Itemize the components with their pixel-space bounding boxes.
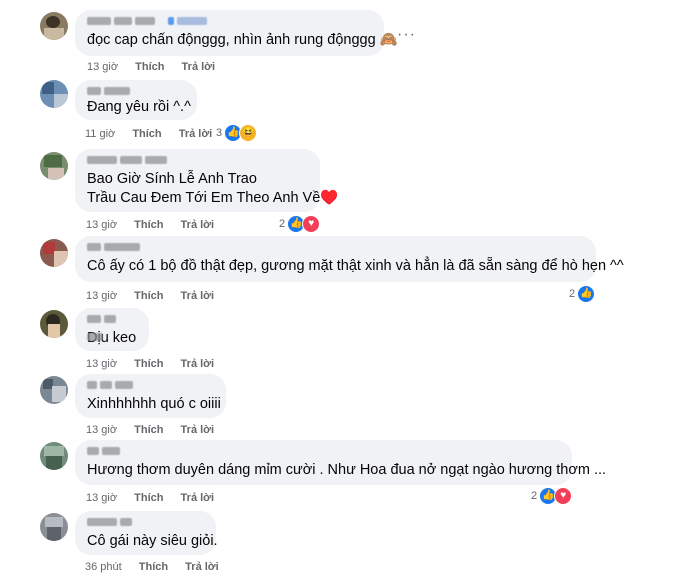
reply-link[interactable]: Trả lời <box>181 424 215 436</box>
heart-icon: ♥ <box>302 215 321 233</box>
comment-actions: 13 giờ Thích Trả lời <box>86 424 228 436</box>
commenter-name-blurred[interactable] <box>87 381 214 391</box>
comment-actions: 13 giờ Thích Trả lời <box>86 358 228 370</box>
avatar[interactable] <box>40 310 68 338</box>
comment-actions: 13 giờ Thích Trả lời <box>86 290 228 302</box>
comment-time[interactable]: 13 giờ <box>86 424 117 436</box>
reply-link[interactable]: Trả lời <box>181 492 215 504</box>
like-link[interactable]: Thích <box>134 219 163 231</box>
like-link[interactable]: Thích <box>139 561 168 573</box>
reaction-summary[interactable]: 3 👍 😆 <box>216 124 258 142</box>
reply-link[interactable]: Trả lời <box>185 561 219 573</box>
like-icon: 👍 <box>577 285 596 303</box>
commenter-name-blurred[interactable] <box>87 156 308 166</box>
avatar[interactable] <box>40 80 68 108</box>
comment-text: Cô ấy có 1 bộ đồ thật đẹp, gương mặt thậ… <box>87 258 624 274</box>
comment-text-line-2: Trầu Cau Đem Tới Em Theo Anh Về♥️ <box>87 190 339 206</box>
more-options-icon[interactable]: ··· <box>397 26 416 44</box>
comment-bubble: Bao Giờ Sính Lễ Anh Trao Trầu Cau Đem Tớ… <box>75 149 339 212</box>
comment-text: Cô gái này siêu giỏi. <box>87 533 218 549</box>
like-link[interactable]: Thích <box>134 424 163 436</box>
comment-time[interactable]: 13 giờ <box>86 219 117 231</box>
commenter-name-blurred[interactable] <box>87 87 185 95</box>
like-link[interactable]: Thích <box>134 492 163 504</box>
avatar[interactable] <box>40 152 68 180</box>
reply-link[interactable]: Trả lời <box>181 358 215 370</box>
comment-bubble: Cô gái này siêu giỏi. <box>75 511 218 555</box>
comment-actions: 36 phút Thích Trả lời <box>85 561 233 573</box>
reaction-summary[interactable]: 2 👍 ♥ <box>531 487 573 505</box>
reaction-count: 2 <box>569 288 576 300</box>
haha-icon: 😆 <box>239 124 258 142</box>
reaction-summary[interactable]: 2 👍 <box>569 285 596 303</box>
reply-link[interactable]: Trả lời <box>182 61 216 73</box>
reaction-summary[interactable]: 2 👍 ♥ <box>279 215 321 233</box>
commenter-name-blurred[interactable] <box>87 17 372 27</box>
comment-bubble: Xinhhhhhh quó c oiiii <box>75 374 226 418</box>
commenter-name-blurred[interactable] <box>87 243 584 253</box>
comment-bubble: Hương thơm duyên dáng mỉm cười . Như Hoa… <box>75 440 607 485</box>
like-link[interactable]: Thích <box>134 290 163 302</box>
comment-time[interactable]: 13 giờ <box>87 61 118 73</box>
comment-time[interactable]: 13 giờ <box>86 492 117 504</box>
comment-text: Xinhhhhhh quó c oiiii <box>87 396 221 412</box>
avatar[interactable] <box>40 513 68 541</box>
comment-time[interactable]: 13 giờ <box>86 358 117 370</box>
commenter-name-blurred[interactable] <box>87 447 560 457</box>
reaction-count: 3 <box>216 127 223 139</box>
like-link[interactable]: Thích <box>135 61 164 73</box>
comment-text: đọc cap chấn độnggg, nhìn ảnh rung độngg… <box>87 32 398 48</box>
comment-actions: 13 giờ Thích Trả lời <box>86 492 228 504</box>
comment-actions: 11 giờ Thích Trả lời <box>85 128 226 140</box>
comment-time[interactable]: 11 giờ <box>85 128 115 140</box>
avatar[interactable] <box>40 442 68 470</box>
comment-time[interactable]: 13 giờ <box>86 290 117 302</box>
avatar[interactable] <box>40 12 68 40</box>
like-link[interactable]: Thích <box>132 128 161 140</box>
comment-bubble: đọc cap chấn độnggg, nhìn ảnh rung độngg… <box>75 10 398 56</box>
comment-actions: 13 giờ Thích Trả lời <box>87 61 229 73</box>
comment-text-line-1: Bao Giờ Sính Lễ Anh Trao <box>87 171 257 187</box>
comment-bubble: Dịu keo <box>75 308 149 351</box>
reaction-count: 2 <box>531 490 538 502</box>
comment-text: Hương thơm duyên dáng mỉm cười . Như Hoa… <box>87 462 607 478</box>
comment-bubble: Cô ấy có 1 bộ đồ thật đẹp, gương mặt thậ… <box>75 236 624 282</box>
reply-link[interactable]: Trả lời <box>181 219 215 231</box>
comment-bubble: Đang yêu rồi ^.^ <box>75 80 197 120</box>
like-link[interactable]: Thích <box>134 358 163 370</box>
reply-link[interactable]: Trả lời <box>179 128 213 140</box>
commenter-name-blurred[interactable] <box>87 518 204 528</box>
comment-actions: 13 giờ Thích Trả lời <box>86 219 228 231</box>
reaction-count: 2 <box>279 218 286 230</box>
avatar[interactable] <box>40 239 68 267</box>
comment-text: Đang yêu rồi ^.^ <box>87 99 191 115</box>
commenter-name-blurred[interactable] <box>87 315 137 341</box>
avatar[interactable] <box>40 376 68 404</box>
heart-icon: ♥ <box>554 487 573 505</box>
comment-time[interactable]: 36 phút <box>85 561 122 573</box>
reply-link[interactable]: Trả lời <box>181 290 215 302</box>
